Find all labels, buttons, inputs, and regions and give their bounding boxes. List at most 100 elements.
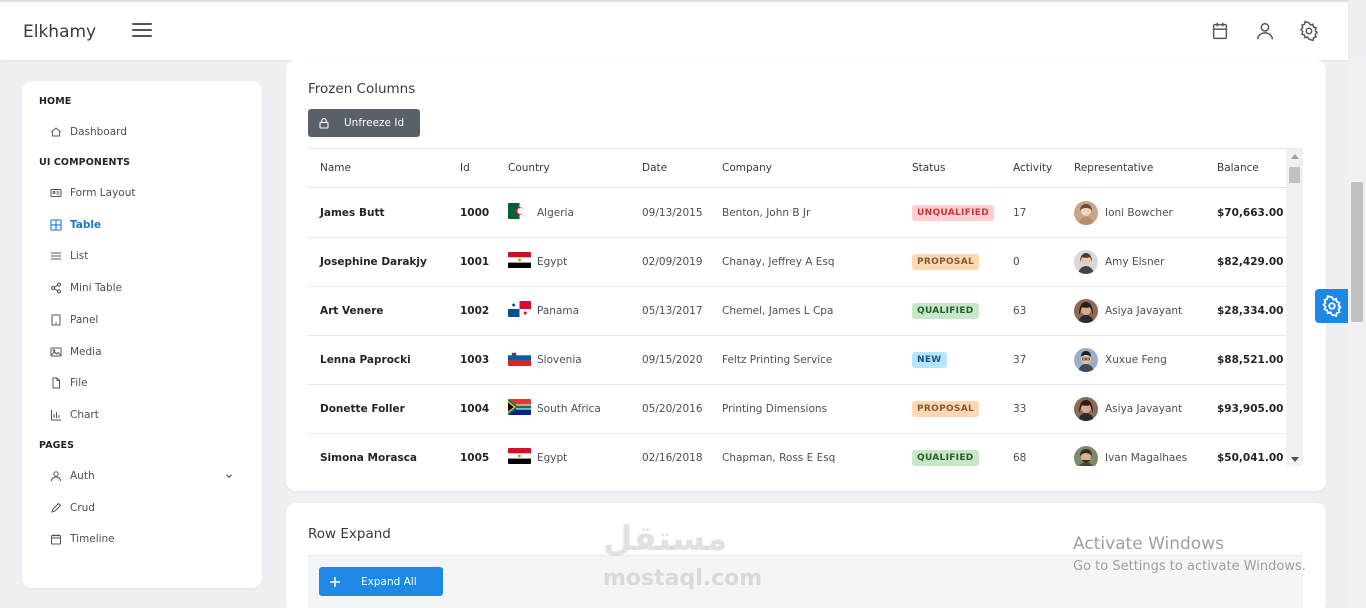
column-header-name[interactable]: Name	[320, 162, 351, 174]
cell-company: Chanay, Jeffrey A Esq	[722, 256, 835, 268]
cell-country: Egypt	[537, 256, 568, 268]
avatar	[1074, 201, 1098, 225]
gear-icon[interactable]	[1298, 20, 1320, 42]
status-badge: QUALIFIED	[912, 303, 979, 319]
sidebar-item-list[interactable]: List	[50, 247, 88, 265]
sidebar-item-crud[interactable]: Crud	[50, 499, 95, 517]
page-scrollbar-thumb[interactable]	[1351, 182, 1363, 322]
expand-all-label: Expand All	[361, 575, 417, 588]
column-header-company[interactable]: Company	[722, 162, 772, 174]
table-header: Name Id Country Date Company Status Acti…	[308, 149, 1286, 188]
calendar-icon	[51, 534, 61, 545]
cell-date: 05/20/2016	[642, 403, 703, 415]
app-logo[interactable]: Elkhamy	[23, 22, 96, 42]
gear-icon	[1322, 295, 1342, 317]
sidebar-item-auth[interactable]: Auth	[50, 467, 95, 485]
expand-all-button[interactable]: Expand All	[319, 567, 443, 596]
sidebar-item-label: Auth	[70, 470, 95, 482]
column-header-representative[interactable]: Representative	[1074, 162, 1153, 174]
sidebar-item-label: Timeline	[70, 533, 115, 545]
cell-name: Lenna Paprocki	[320, 354, 411, 366]
sidebar-section-ui-components: UI COMPONENTS	[39, 157, 131, 168]
row-expand-title: Row Expand	[308, 526, 391, 542]
sidebar-item-label: Dashboard	[70, 126, 127, 138]
table-row[interactable]: Lenna Paprocki 1003 Slovenia 09/15/2020 …	[308, 336, 1286, 385]
sidebar-item-label: Mini Table	[70, 282, 123, 294]
cell-date: 09/13/2015	[642, 207, 703, 219]
file-icon	[52, 377, 60, 389]
frozen-columns-card: Frozen Columns Unfreeze Id Name Id Count…	[286, 60, 1326, 491]
cell-representative: Asiya Javayant	[1105, 403, 1183, 415]
sidebar-item-label: Crud	[70, 502, 95, 514]
cell-balance: $88,521.00	[1217, 354, 1284, 366]
scroll-up-icon[interactable]	[1291, 154, 1299, 159]
page-scrollbar[interactable]	[1348, 60, 1366, 608]
sidebar-item-media[interactable]: Media	[50, 343, 102, 361]
cell-date: 05/13/2017	[642, 305, 703, 317]
table-row[interactable]: James Butt 1000 Algeria 09/13/2015 Bento…	[308, 189, 1286, 238]
cell-id: 1002	[460, 305, 490, 317]
sidebar-item-chart[interactable]: Chart	[50, 406, 99, 424]
chart-bar-icon	[51, 410, 61, 421]
row-expand-card: Row Expand Expand All	[286, 503, 1326, 608]
cell-name: James Butt	[320, 207, 385, 219]
sidebar: HOME Dashboard UI COMPONENTS Form Layout…	[22, 81, 262, 588]
column-header-date[interactable]: Date	[642, 162, 667, 174]
calendar-icon[interactable]	[1209, 20, 1231, 42]
cell-balance: $93,905.00	[1217, 403, 1284, 415]
flag-algeria-icon	[508, 203, 531, 219]
activate-windows-title: Activate Windows	[1073, 534, 1224, 554]
table-scrollbar[interactable]	[1286, 149, 1303, 466]
cell-activity: 17	[1013, 207, 1027, 219]
cell-date: 02/16/2018	[642, 452, 703, 464]
column-header-id[interactable]: Id	[460, 162, 470, 174]
scroll-down-icon[interactable]	[1291, 457, 1299, 462]
list-icon	[51, 252, 61, 260]
status-badge: UNQUALIFIED	[912, 205, 994, 221]
cell-date: 02/09/2019	[642, 256, 703, 268]
table-row[interactable]: Art Venere 1002 Panama 05/13/2017 Chemel…	[308, 287, 1286, 336]
flag-south-africa-icon	[508, 399, 531, 415]
sidebar-item-mini-table[interactable]: Mini Table	[50, 279, 122, 297]
user-icon[interactable]	[1254, 20, 1276, 42]
avatar	[1074, 446, 1098, 466]
cell-name: Donette Foller	[320, 403, 405, 415]
cell-balance: $50,041.00	[1217, 452, 1284, 464]
sidebar-item-timeline[interactable]: Timeline	[50, 530, 115, 548]
column-header-country[interactable]: Country	[508, 162, 550, 174]
column-header-balance[interactable]: Balance	[1217, 162, 1259, 174]
sidebar-item-file[interactable]: File	[50, 374, 88, 392]
cell-representative: Ioni Bowcher	[1105, 207, 1173, 219]
home-icon	[51, 127, 61, 137]
image-icon	[50, 347, 62, 357]
sidebar-item-label: Media	[70, 346, 102, 358]
share-icon	[51, 282, 61, 294]
status-badge: PROPOSAL	[912, 401, 980, 417]
cell-company: Benton, John B Jr	[722, 207, 811, 219]
frozen-columns-title: Frozen Columns	[308, 81, 416, 97]
flag-panama-icon	[508, 301, 531, 317]
table-row[interactable]: Donette Foller 1004 South Africa 05/20/2…	[308, 385, 1286, 434]
cell-country: Panama	[537, 305, 580, 317]
column-header-status[interactable]: Status	[912, 162, 945, 174]
watermark-arabic: مستقل	[603, 519, 728, 559]
menu-toggle-icon[interactable]	[132, 23, 152, 39]
table-row[interactable]: Josephine Darakjy 1001 Egypt 02/09/2019 …	[308, 238, 1286, 287]
table-row[interactable]: Simona Morasca 1005 Egypt 02/16/2018 Cha…	[308, 434, 1286, 466]
table-scrollbar-thumb[interactable]	[1289, 167, 1300, 183]
chevron-down-icon[interactable]	[224, 471, 234, 481]
column-header-activity[interactable]: Activity	[1013, 162, 1052, 174]
cell-name: Simona Morasca	[320, 452, 418, 464]
sidebar-item-form-layout[interactable]: Form Layout	[50, 184, 135, 202]
lock-icon	[319, 118, 329, 129]
layout-config-button[interactable]	[1315, 289, 1349, 323]
unfreeze-id-label: Unfreeze Id	[344, 117, 405, 129]
sidebar-item-label: Panel	[70, 314, 99, 326]
sidebar-item-dashboard[interactable]: Dashboard	[50, 123, 127, 141]
cell-id: 1000	[460, 207, 490, 219]
pencil-icon	[51, 502, 62, 513]
avatar	[1074, 299, 1098, 323]
sidebar-item-table[interactable]: Table	[50, 216, 101, 234]
unfreeze-id-button[interactable]: Unfreeze Id	[308, 109, 420, 137]
sidebar-item-panel[interactable]: Panel	[50, 311, 98, 329]
